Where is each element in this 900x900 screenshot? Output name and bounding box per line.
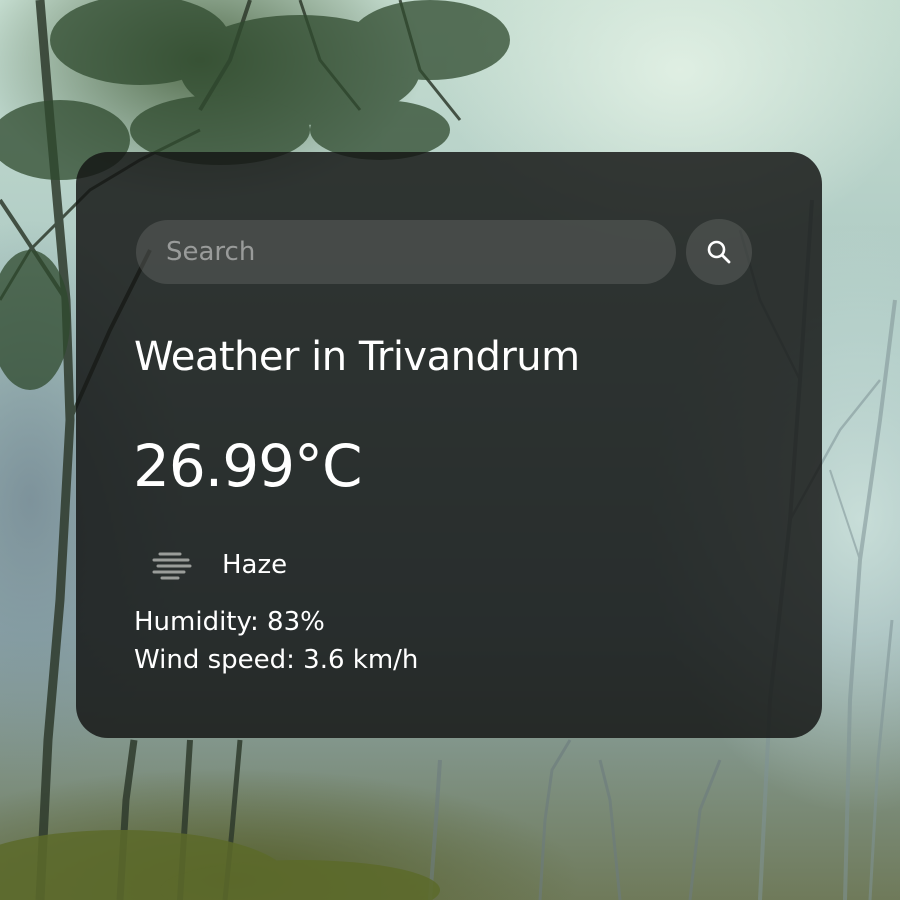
search-input[interactable] — [136, 220, 676, 284]
temperature-value: 26.99°C — [133, 432, 363, 500]
wind-speed-text: Wind speed: 3.6 km/h — [134, 645, 419, 675]
city-title: Weather in Trivandrum — [134, 334, 580, 380]
humidity-text: Humidity: 83% — [134, 607, 325, 637]
condition-row: Haze — [150, 548, 287, 582]
weather-card: Weather in Trivandrum 26.99°C Haze Humid… — [76, 152, 822, 738]
haze-icon — [152, 552, 192, 580]
search-button[interactable] — [686, 219, 752, 285]
condition-label: Haze — [222, 550, 288, 580]
search-icon — [707, 240, 731, 264]
